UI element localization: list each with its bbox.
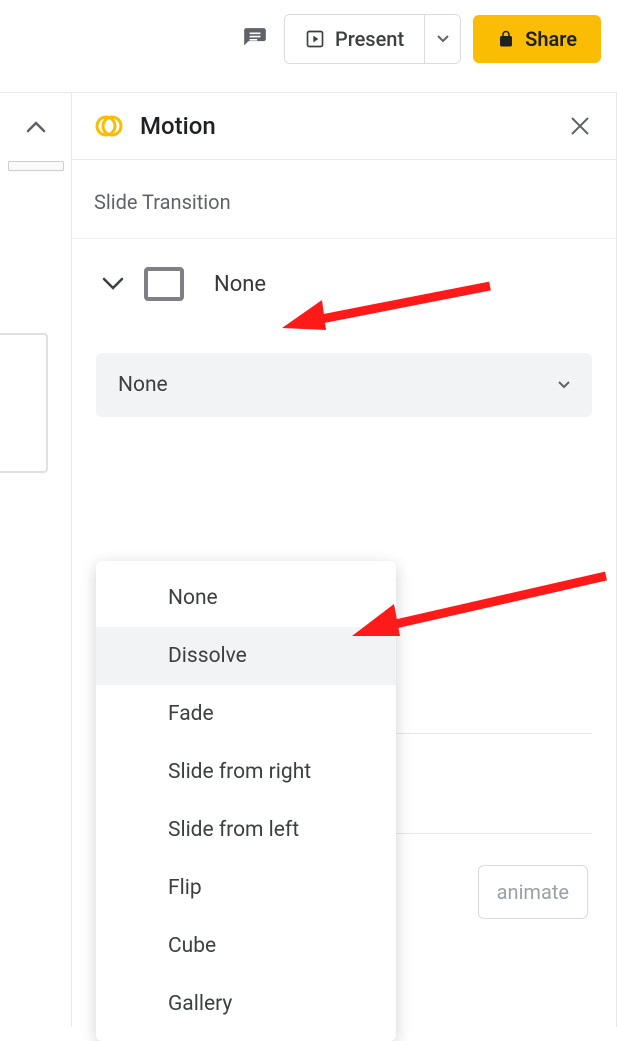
collapse-button[interactable] xyxy=(20,111,52,143)
mini-strip xyxy=(8,161,64,171)
menu-item-dissolve[interactable]: Dissolve xyxy=(96,627,396,685)
caret-down-icon xyxy=(558,381,570,389)
panel-header: Motion xyxy=(72,93,616,160)
left-gutter xyxy=(0,93,72,1027)
slide-rect-icon xyxy=(144,267,184,301)
animate-object-button[interactable]: animate xyxy=(478,865,588,919)
comment-icon[interactable] xyxy=(238,22,272,56)
transition-dropdown-menu: NoneDissolveFadeSlide from rightSlide fr… xyxy=(96,561,396,1041)
top-toolbar: Present Share xyxy=(0,0,617,93)
menu-item-slide-from-right[interactable]: Slide from right xyxy=(96,743,396,801)
close-button[interactable] xyxy=(566,112,594,140)
menu-item-cube[interactable]: Cube xyxy=(96,917,396,975)
chevron-up-icon xyxy=(26,121,46,133)
current-transition-label: None xyxy=(214,272,266,297)
dropdown-selected-value: None xyxy=(118,373,168,397)
slide-thumbnail[interactable] xyxy=(0,333,48,473)
transition-dropdown[interactable]: None xyxy=(96,353,592,417)
present-button[interactable]: Present xyxy=(285,15,424,63)
animate-label: animate xyxy=(497,880,569,904)
motion-icon xyxy=(94,111,124,141)
menu-item-flip[interactable]: Flip xyxy=(96,859,396,917)
motion-panel: Motion Slide Transition None None animat… xyxy=(72,93,617,1027)
close-icon xyxy=(570,116,590,136)
present-label: Present xyxy=(335,27,404,51)
panel-title: Motion xyxy=(140,112,550,140)
share-button[interactable]: Share xyxy=(473,15,601,63)
share-label: Share xyxy=(525,27,577,51)
present-dropdown-caret[interactable] xyxy=(424,15,460,63)
menu-item-gallery[interactable]: Gallery xyxy=(96,975,396,1033)
transition-row[interactable]: None xyxy=(72,239,616,329)
present-button-group: Present xyxy=(284,14,461,64)
section-label: Slide Transition xyxy=(72,160,616,239)
menu-item-none[interactable]: None xyxy=(96,569,396,627)
chevron-down-icon xyxy=(100,271,126,297)
menu-item-slide-from-left[interactable]: Slide from left xyxy=(96,801,396,859)
main-area: Motion Slide Transition None None animat… xyxy=(0,93,617,1027)
menu-item-fade[interactable]: Fade xyxy=(96,685,396,743)
lock-icon xyxy=(497,30,515,48)
